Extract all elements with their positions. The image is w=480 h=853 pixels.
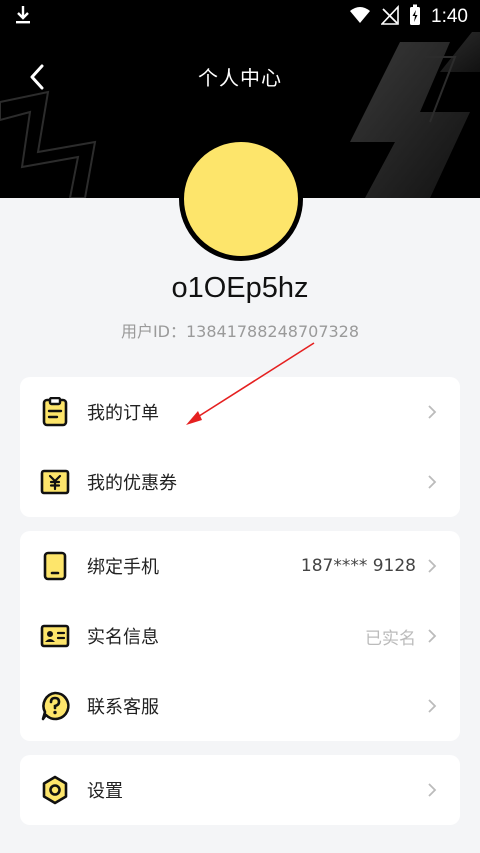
menu-item-real-name[interactable]: 实名信息 已实名 xyxy=(20,601,460,671)
menu-item-my-coupons[interactable]: 我的优惠券 xyxy=(20,447,460,517)
menu-card-orders: 我的订单 我的优惠券 xyxy=(20,377,460,517)
menu-item-label: 实名信息 xyxy=(87,627,159,648)
chevron-right-icon xyxy=(428,699,437,713)
chevron-right-icon xyxy=(428,559,437,573)
menu-item-label: 绑定手机 xyxy=(87,557,159,578)
menu-item-label: 联系客服 xyxy=(87,697,159,718)
chevron-right-icon xyxy=(428,629,437,643)
chevron-right-icon xyxy=(428,783,437,797)
chevron-right-icon xyxy=(428,405,437,419)
wifi-icon xyxy=(349,6,371,28)
no-signal-icon xyxy=(380,4,399,29)
phone-number-value: 187**** 9128 xyxy=(300,556,416,576)
menu-item-bind-phone[interactable]: 绑定手机 187**** 9128 xyxy=(20,531,460,601)
menu-item-settings[interactable]: 设置 xyxy=(20,755,460,825)
avatar[interactable] xyxy=(179,137,303,261)
menu-card-settings: 设置 xyxy=(20,755,460,825)
id-card-icon xyxy=(40,621,70,651)
user-id: 用户ID：13841788248707328 xyxy=(120,322,360,341)
menu-item-my-orders[interactable]: 我的订单 xyxy=(20,377,460,447)
menu-item-label: 我的订单 xyxy=(87,403,159,424)
status-bar: 1:40 xyxy=(0,0,480,32)
menu-item-customer-service[interactable]: 联系客服 xyxy=(20,671,460,741)
battery-icon xyxy=(409,4,421,30)
verification-status: 已实名 xyxy=(365,628,416,649)
username: o1OEp5hz xyxy=(171,272,309,304)
menu-item-label: 设置 xyxy=(87,781,123,802)
chevron-right-icon xyxy=(428,475,437,489)
phone-icon xyxy=(40,551,70,581)
status-time: 1:40 xyxy=(431,6,468,27)
menu-item-label: 我的优惠券 xyxy=(87,473,177,494)
page-title: 个人中心 xyxy=(198,66,282,90)
question-bubble-icon xyxy=(40,691,70,721)
coupon-yen-icon xyxy=(40,467,70,497)
order-clipboard-icon xyxy=(40,397,70,427)
settings-hexagon-icon xyxy=(40,775,70,805)
download-icon xyxy=(14,5,32,29)
menu-card-account: 绑定手机 187**** 9128 实名信息 已实名 联系客服 xyxy=(20,531,460,741)
